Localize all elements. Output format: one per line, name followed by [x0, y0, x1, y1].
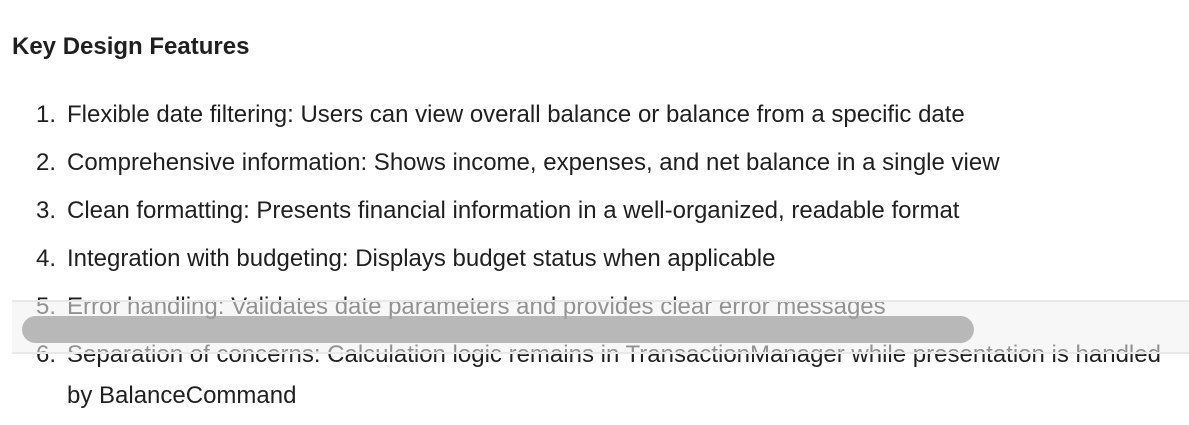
list-item: 3. Clean formatting: Presents financial … [0, 190, 1189, 231]
list-item-text: Integration with budgeting: Displays bud… [67, 245, 776, 272]
list-item-number: 1. [36, 101, 57, 128]
list-item-number: 4. [36, 245, 57, 272]
list-item-number: 2. [36, 149, 57, 176]
list-item-text: Flexible date filtering: Users can view … [67, 101, 965, 128]
list-item-number: 3. [36, 197, 57, 224]
list-item: 1. Flexible date filtering: Users can vi… [0, 94, 1189, 135]
horizontal-scrollbar-thumb[interactable] [22, 316, 974, 343]
list-item: 2. Comprehensive information: Shows inco… [0, 142, 1189, 183]
section-heading: Key Design Features [12, 33, 250, 60]
feature-list: 1. Flexible date filtering: Users can vi… [0, 94, 1189, 423]
list-item-text: Comprehensive information: Shows income,… [67, 149, 1000, 176]
list-item-text: Clean formatting: Presents financial inf… [67, 197, 960, 224]
list-item: 4. Integration with budgeting: Displays … [0, 238, 1189, 279]
